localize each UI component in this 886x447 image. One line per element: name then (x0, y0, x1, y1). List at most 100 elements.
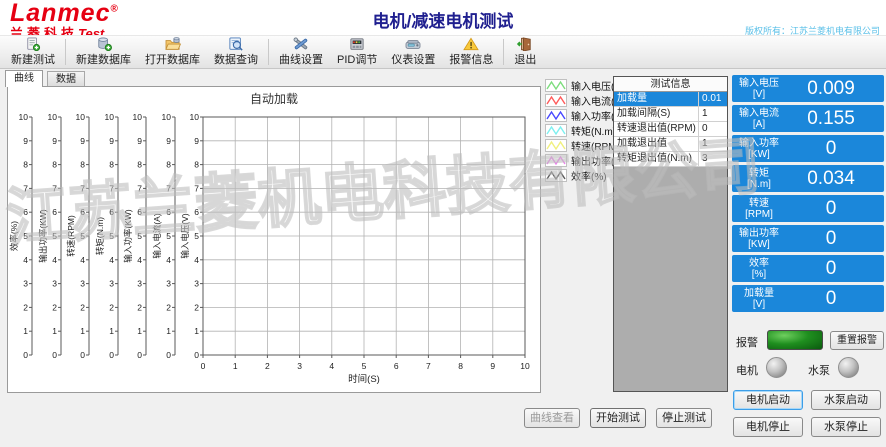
readout-value: 0.155 (786, 108, 884, 130)
pump-label: 水泵 (808, 362, 830, 378)
svg-text:6: 6 (137, 207, 142, 217)
svg-text:9: 9 (23, 136, 28, 146)
toolbar-new-database[interactable]: 新建数据库 (69, 36, 138, 68)
svg-text:6: 6 (52, 207, 57, 217)
readout-unit: [KW] (748, 239, 770, 250)
readout-value: 0.034 (786, 168, 884, 190)
table-row[interactable]: 转速退出值(RPM) 0 (614, 122, 727, 137)
readout-unit: [N.m] (747, 179, 771, 190)
toolbar-label: 报警信息 (449, 51, 493, 67)
svg-text:0: 0 (137, 350, 142, 360)
svg-text:4: 4 (166, 255, 171, 265)
toolbar-curve-settings[interactable]: 曲线设置 (272, 36, 330, 68)
svg-text:5: 5 (137, 231, 142, 241)
svg-text:3: 3 (23, 279, 28, 289)
chart-button-bar: 曲线查看 开始测试 停止测试 (524, 408, 712, 428)
start-test-button[interactable]: 开始测试 (590, 408, 646, 428)
pump-led-indicator (838, 357, 859, 378)
chart-panel: 自动加载012345678910效率(%)012345678910输出功率(KW… (7, 86, 541, 393)
svg-text:输入电压(V): 输入电压(V) (180, 213, 190, 259)
svg-text:7: 7 (137, 183, 142, 193)
tab-data[interactable]: 数据 (47, 71, 85, 87)
toolbar-pid-tune[interactable]: PID调节 (330, 36, 384, 68)
toolbar-new-test[interactable]: 新建测试 (4, 36, 62, 68)
svg-text:6: 6 (166, 207, 171, 217)
svg-text:4: 4 (329, 361, 334, 371)
line-swatch-icon (545, 139, 567, 152)
toolbar-label: 数据查询 (214, 51, 258, 67)
svg-text:10: 10 (520, 361, 530, 371)
table-row[interactable]: 加载间隔(S) 1 (614, 107, 727, 122)
svg-text:4: 4 (194, 255, 199, 265)
svg-text:转矩(N.m): 转矩(N.m) (95, 217, 105, 255)
readout-unit: [RPM] (745, 209, 773, 220)
data-query-icon (227, 37, 245, 51)
toolbar-open-database[interactable]: 打开数据库 (138, 36, 207, 68)
readout-efficiency: 效率[%] 0 (732, 255, 884, 282)
legend-label: 转矩(N.m) (571, 123, 616, 138)
svg-text:10: 10 (133, 112, 143, 122)
svg-text:9: 9 (194, 136, 199, 146)
svg-text:1: 1 (23, 326, 28, 336)
readout-unit: [V] (753, 299, 765, 310)
toolbar-alarm-info[interactable]: 报警信息 (442, 36, 500, 68)
new-test-icon (24, 37, 42, 51)
pump-stop-button[interactable]: 水泵停止 (811, 417, 881, 437)
svg-text:9: 9 (166, 136, 171, 146)
svg-text:5: 5 (52, 231, 57, 241)
svg-text:效率(%): 效率(%) (9, 221, 19, 251)
svg-text:4: 4 (137, 255, 142, 265)
svg-text:0: 0 (194, 350, 199, 360)
svg-text:6: 6 (394, 361, 399, 371)
row-value: 1 (699, 107, 727, 121)
svg-text:1: 1 (233, 361, 238, 371)
tab-curve[interactable]: 曲线 (5, 70, 43, 87)
svg-text:7: 7 (23, 183, 28, 193)
svg-text:8: 8 (52, 160, 57, 170)
svg-text:1: 1 (137, 326, 142, 336)
svg-text:7: 7 (194, 183, 199, 193)
toolbar-instrument-settings[interactable]: 仪表设置 (384, 36, 442, 68)
instrument-settings-icon (404, 37, 422, 51)
svg-text:7: 7 (109, 183, 114, 193)
readout-speed: 转速[RPM] 0 (732, 195, 884, 222)
device-status-row: 电机 水泵 (736, 356, 884, 380)
table-row[interactable]: 加载退出值 1 (614, 137, 727, 152)
readout-value: 0 (786, 228, 884, 250)
table-row[interactable]: 转矩退出值(N.m) 3 (614, 152, 727, 167)
stop-test-button[interactable]: 停止测试 (656, 408, 712, 428)
svg-text:10: 10 (76, 112, 86, 122)
svg-text:2: 2 (23, 302, 28, 312)
motor-stop-button[interactable]: 电机停止 (733, 417, 803, 437)
reset-alarm-button[interactable]: 重置报警 (830, 331, 884, 350)
svg-text:1: 1 (80, 326, 85, 336)
toolbar-data-query[interactable]: 数据查询 (207, 36, 265, 68)
toolbar-label: 曲线设置 (279, 51, 323, 67)
curve-view-button[interactable]: 曲线查看 (524, 408, 580, 428)
svg-text:9: 9 (52, 136, 57, 146)
alarm-led-indicator (767, 330, 823, 350)
svg-text:5: 5 (166, 231, 171, 241)
new-database-icon (95, 37, 113, 51)
svg-text:1: 1 (194, 326, 199, 336)
readout-label: 转矩 (749, 168, 769, 179)
svg-text:9: 9 (490, 361, 495, 371)
svg-text:5: 5 (362, 361, 367, 371)
svg-text:3: 3 (109, 279, 114, 289)
alarm-row: 报警 重置报警 (736, 330, 884, 350)
svg-text:8: 8 (137, 160, 142, 170)
toolbar-exit[interactable]: 退出 (507, 36, 543, 68)
svg-text:转速(RPM): 转速(RPM) (66, 215, 76, 257)
header: Lanmec® 兰菱科技Test 电机/减速电机测试 版权所有：江苏兰菱机电有限… (0, 0, 886, 35)
table-row[interactable]: 加载量 0.01 (614, 92, 727, 107)
toolbar-label: 仪表设置 (391, 51, 435, 67)
motor-start-button[interactable]: 电机启动 (733, 390, 803, 410)
svg-text:2: 2 (137, 302, 142, 312)
row-label: 加载间隔(S) (614, 107, 699, 121)
readout-torque: 转矩[N.m] 0.034 (732, 165, 884, 192)
svg-text:8: 8 (194, 160, 199, 170)
pump-start-button[interactable]: 水泵启动 (811, 390, 881, 410)
svg-text:8: 8 (109, 160, 114, 170)
svg-text:10: 10 (105, 112, 115, 122)
readout-input-current: 输入电流[A] 0.155 (732, 105, 884, 132)
